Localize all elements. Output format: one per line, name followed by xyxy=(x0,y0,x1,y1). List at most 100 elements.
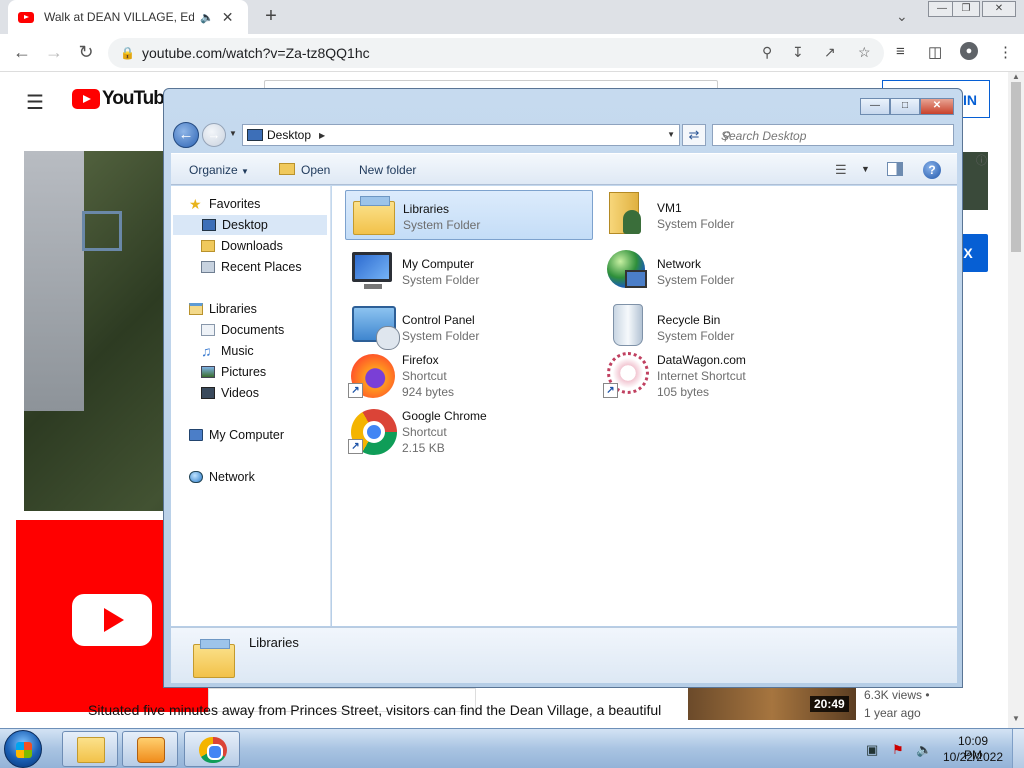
browser-tab[interactable]: Walk at DEAN VILLAGE, Edin 🔈 ✕ xyxy=(8,0,248,34)
breadcrumb-chevron-icon[interactable]: ▶ xyxy=(319,131,325,140)
install-icon[interactable]: ↧ xyxy=(792,44,804,61)
back-arrow-icon[interactable]: ← xyxy=(173,122,199,148)
nav-music[interactable]: ♫ Music xyxy=(201,341,254,361)
network-tray-icon[interactable]: ▣ xyxy=(866,742,878,758)
view-options-chevron-icon[interactable]: ▼ xyxy=(861,164,870,174)
nav-desktop[interactable]: Desktop xyxy=(173,215,327,235)
new-folder-button[interactable]: New folder xyxy=(359,163,416,177)
file-item-my-computer[interactable]: My Computer System Folder xyxy=(345,246,593,296)
help-icon[interactable]: ? xyxy=(923,161,941,179)
navigation-pane: ★ Favorites Desktop Downloads Recent Plac… xyxy=(171,186,331,626)
file-item-vm1[interactable]: VM1 System Folder xyxy=(600,190,848,240)
file-size: 105 bytes xyxy=(657,385,710,399)
taskbar-explorer-button[interactable] xyxy=(62,731,118,767)
youtube-logo[interactable]: YouTube xyxy=(72,88,174,110)
file-size: 2.15 KB xyxy=(402,441,445,455)
file-item-recycle-bin[interactable]: Recycle Bin System Folder xyxy=(600,302,848,352)
recent-pages-chevron-icon[interactable]: ▼ xyxy=(229,129,237,138)
file-name: My Computer xyxy=(402,257,475,271)
maximize-button[interactable]: □ xyxy=(890,98,920,115)
zoom-search-icon[interactable]: ⚲ xyxy=(762,44,772,61)
browser-tabstrip: Walk at DEAN VILLAGE, Edin 🔈 ✕ + ⌄ — ❐ ✕ xyxy=(0,0,1024,34)
file-item-libraries[interactable]: Libraries System Folder xyxy=(345,190,593,240)
page-scrollbar[interactable]: ▲ ▼ xyxy=(1008,72,1024,728)
scroll-up-arrow-icon[interactable]: ▲ xyxy=(1012,72,1020,81)
share-icon[interactable]: ↗ xyxy=(824,44,836,61)
tab-search-chevron-icon[interactable]: ⌄ xyxy=(896,8,908,25)
file-item-network[interactable]: Network System Folder xyxy=(600,246,848,296)
url-text[interactable]: youtube.com/watch?v=Za-tz8QQ1hc xyxy=(142,45,370,61)
forward-arrow-icon[interactable]: → xyxy=(42,42,66,63)
scroll-down-arrow-icon[interactable]: ▼ xyxy=(1012,714,1020,723)
nav-documents[interactable]: Documents xyxy=(201,320,284,340)
bookmark-star-icon[interactable]: ☆ xyxy=(858,44,871,61)
hamburger-menu-icon[interactable]: ☰ xyxy=(26,90,44,115)
file-name: Google Chrome xyxy=(402,409,487,423)
speaker-icon[interactable]: 🔈 xyxy=(200,11,214,24)
nav-downloads[interactable]: Downloads xyxy=(201,236,283,256)
window-controls: — □ ✕ xyxy=(860,98,954,115)
action-center-flag-icon[interactable]: ⚑ xyxy=(892,742,904,758)
user-folder-icon xyxy=(603,190,651,238)
preview-pane-icon[interactable] xyxy=(887,162,903,176)
kebab-menu-icon[interactable]: ⋮ xyxy=(998,43,1013,61)
change-view-icon[interactable]: ☰ xyxy=(835,162,847,178)
chrome-icon xyxy=(199,737,227,763)
breadcrumb-desktop[interactable]: Desktop xyxy=(267,128,311,142)
clock-date[interactable]: 10/22/2022 xyxy=(942,750,1004,764)
pictures-icon xyxy=(201,366,215,378)
start-button[interactable] xyxy=(4,730,42,768)
nav-videos[interactable]: Videos xyxy=(201,383,259,403)
file-name: DataWagon.com xyxy=(657,353,746,367)
nav-libraries[interactable]: Libraries xyxy=(189,299,257,319)
file-type: System Folder xyxy=(657,217,735,231)
organize-button[interactable]: Organize ▼ xyxy=(189,163,249,177)
file-item-datawagon[interactable]: ↗ DataWagon.com Internet Shortcut 105 byte… xyxy=(600,350,848,400)
nav-network[interactable]: Network xyxy=(189,467,255,487)
file-item-control-panel[interactable]: Control Panel System Folder xyxy=(345,302,593,352)
show-desktop-button[interactable] xyxy=(1012,729,1024,768)
tab-close-icon[interactable]: ✕ xyxy=(222,9,234,26)
explorer-search-input[interactable]: Search Desktop ⚲ xyxy=(712,124,954,146)
nav-pictures[interactable]: Pictures xyxy=(201,362,266,382)
new-tab-button[interactable]: + xyxy=(260,5,282,28)
file-name: VM1 xyxy=(657,201,682,215)
open-button[interactable]: Open xyxy=(301,163,330,177)
close-button[interactable]: ✕ xyxy=(920,98,954,115)
reload-icon[interactable]: ↻ xyxy=(74,42,98,63)
lock-icon[interactable]: 🔒 xyxy=(120,46,135,60)
file-name: Network xyxy=(657,257,702,271)
taskbar-chrome-button[interactable] xyxy=(184,731,240,767)
nav-recent-places[interactable]: Recent Places xyxy=(201,257,302,277)
datawagon-icon: ↗ xyxy=(603,350,651,398)
back-arrow-icon[interactable]: ← xyxy=(10,42,34,63)
tab-title: Walk at DEAN VILLAGE, Edin xyxy=(44,10,194,24)
address-bar[interactable]: 🔒 youtube.com/watch?v=Za-tz8QQ1hc ⚲ ↧ ↗ … xyxy=(108,38,884,68)
search-icon[interactable]: ⚲ xyxy=(721,129,949,143)
address-dropdown-icon[interactable]: ▼ xyxy=(667,130,675,139)
volume-icon[interactable]: 🔈 xyxy=(916,742,932,758)
refresh-icon[interactable]: ⇄ xyxy=(682,124,706,146)
scrollbar-thumb[interactable] xyxy=(1011,82,1021,252)
forward-arrow-icon[interactable]: → xyxy=(202,123,226,147)
browser-close-button[interactable]: ✕ xyxy=(982,1,1016,17)
explorer-folder-icon xyxy=(77,737,105,763)
file-item-firefox[interactable]: ↗ Firefox Shortcut 924 bytes xyxy=(345,350,593,400)
media-queue-icon[interactable]: ≡ xyxy=(896,43,905,60)
nav-label: My Computer xyxy=(209,428,285,442)
nav-label: Pictures xyxy=(221,365,267,379)
nav-label: Favorites xyxy=(209,197,261,211)
file-type: System Folder xyxy=(402,329,480,343)
info-icon[interactable]: ⓘ xyxy=(976,152,987,168)
side-panel-icon[interactable]: ◫ xyxy=(928,43,942,61)
profile-avatar-icon[interactable]: ● xyxy=(960,42,978,60)
file-item-google-chrome[interactable]: ↗ Google Chrome Shortcut 2.15 KB xyxy=(345,406,593,456)
explorer-address-bar[interactable]: Desktop ▶ ▼ xyxy=(242,124,680,146)
nav-my-computer[interactable]: My Computer xyxy=(189,425,284,445)
taskbar-media-player-button[interactable] xyxy=(122,731,178,767)
nav-favorites[interactable]: ★ Favorites xyxy=(189,194,260,214)
browser-restore-button[interactable]: ❐ xyxy=(952,1,980,17)
file-type: System Folder xyxy=(402,273,480,287)
minimize-button[interactable]: — xyxy=(860,98,890,115)
youtube-favicon-icon xyxy=(18,11,34,23)
